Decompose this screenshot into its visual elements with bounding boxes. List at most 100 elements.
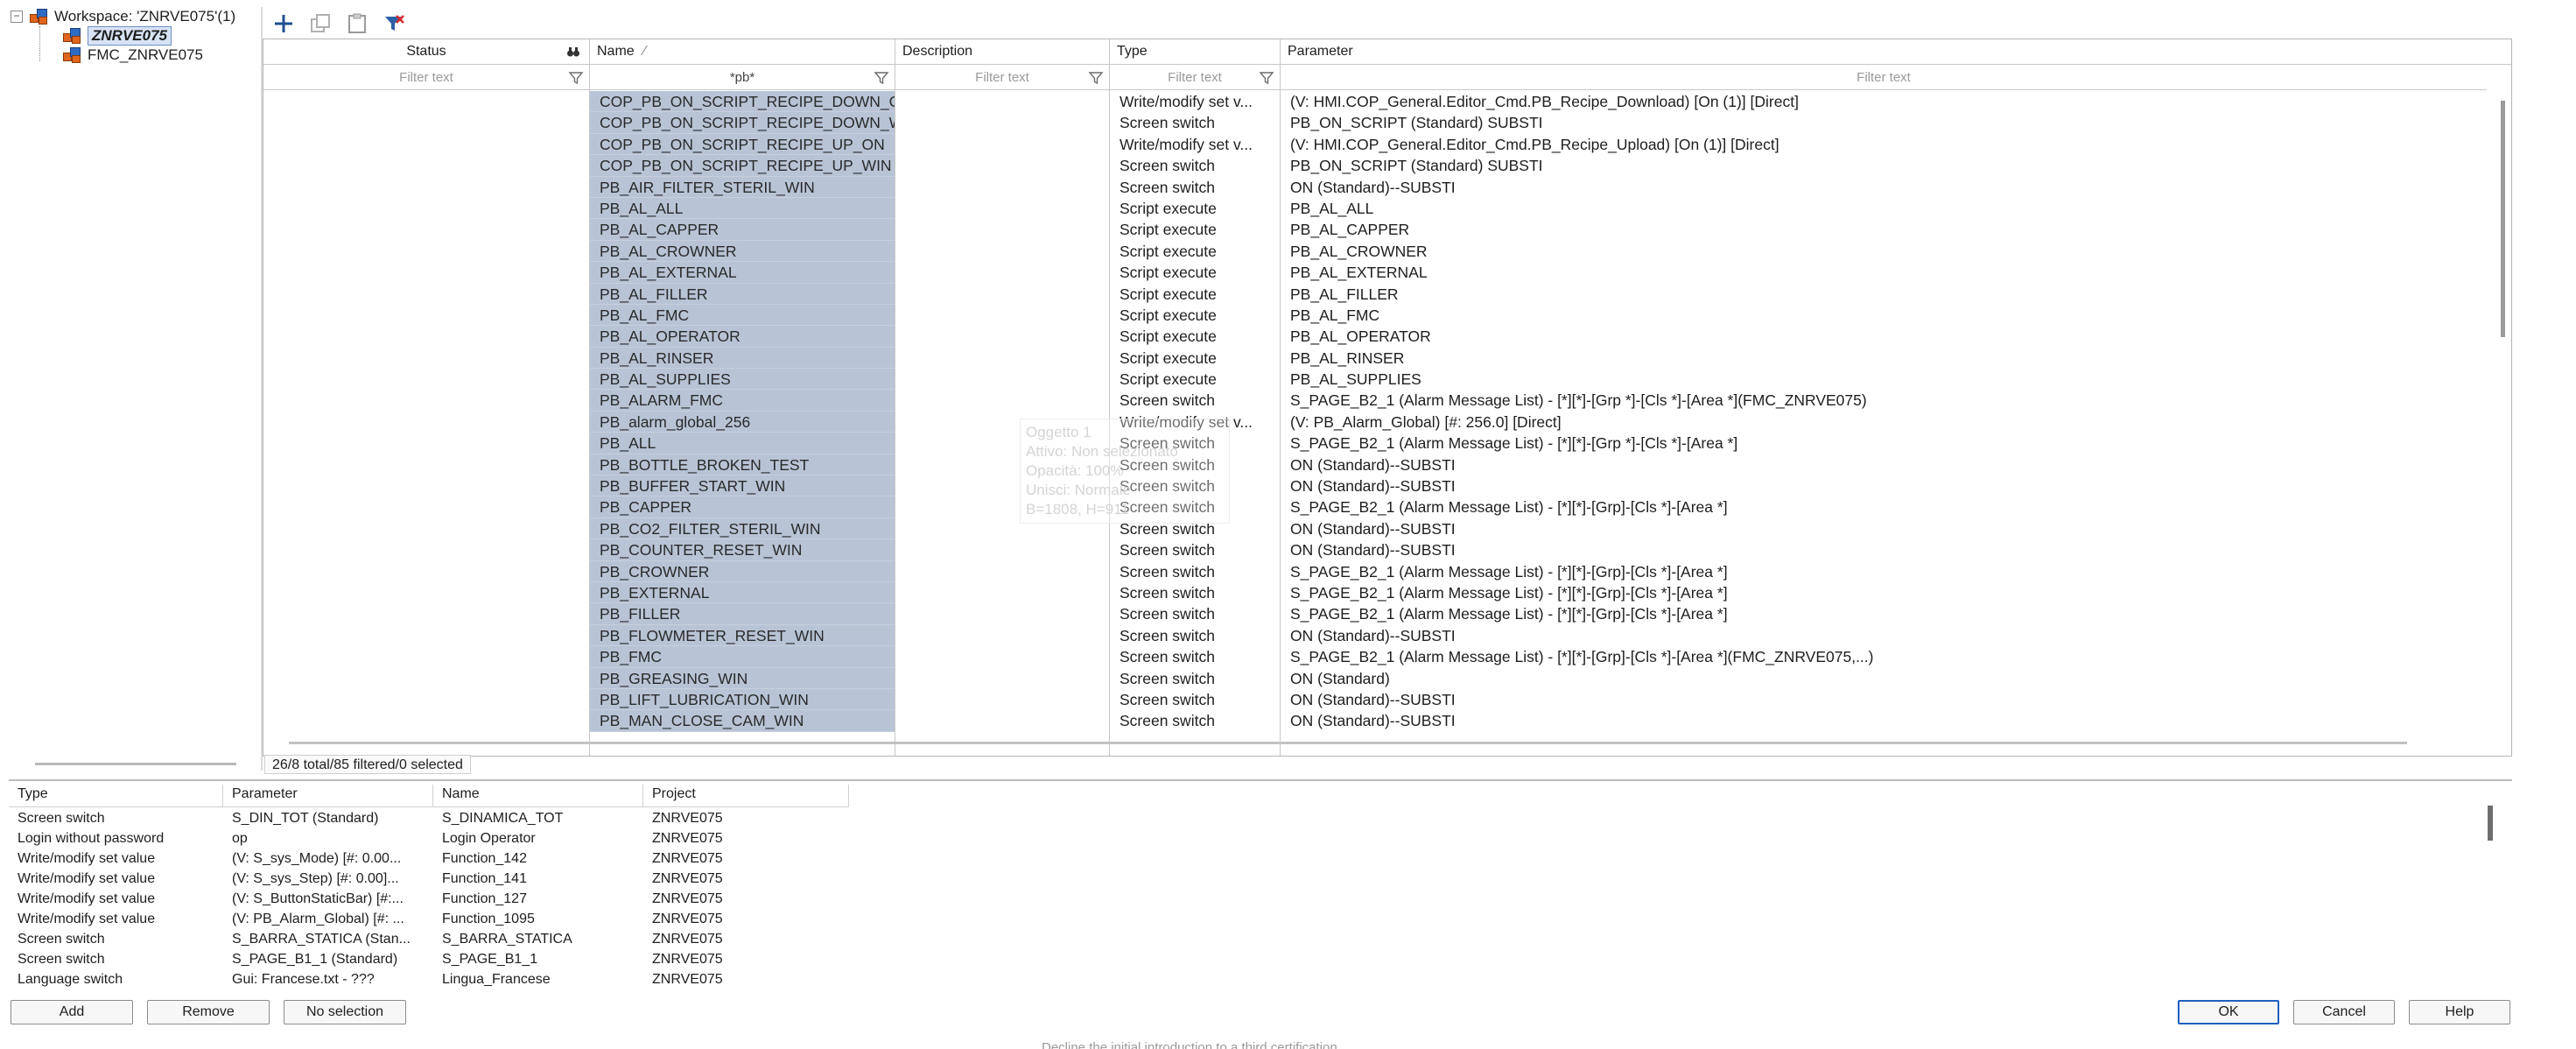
table-cell-type[interactable]: Screen switch — [1110, 539, 1280, 560]
cancel-button[interactable]: Cancel — [2293, 1000, 2395, 1024]
scrollbar-thumb[interactable] — [2501, 101, 2505, 337]
table-cell-type[interactable]: Screen switch — [1110, 689, 1280, 710]
table-cell-parameter[interactable]: PB_ON_SCRIPT (Standard) SUBSTI — [1281, 155, 2511, 176]
ok-button[interactable]: OK — [2178, 1000, 2279, 1024]
filter-description[interactable]: Filter text — [895, 66, 1109, 90]
table-cell-name[interactable]: COP_PB_ON_SCRIPT_RECIPE_UP_WIN — [590, 155, 895, 177]
filter-icon[interactable] — [1088, 70, 1104, 86]
tree-node-workspace[interactable]: − Workspace: 'ZNRVE075'(1) — [11, 7, 235, 26]
table-cell-name[interactable]: PB_BOTTLE_BROKEN_TEST — [590, 454, 895, 476]
table-cell-parameter[interactable]: (V: HMI.COP_General.Editor_Cmd.PB_Recipe… — [1281, 91, 2511, 112]
table-cell-type[interactable]: Screen switch — [1110, 112, 1280, 133]
table-cell-type[interactable]: Screen switch — [1110, 390, 1280, 411]
list-item[interactable]: Screen switch S_BARRA_STATICA (Stan... S_B… — [9, 930, 884, 950]
table-cell-name[interactable]: PB_ALARM_FMC — [590, 390, 895, 412]
table-cell-name[interactable]: PB_CO2_FILTER_STERIL_WIN — [590, 517, 895, 540]
table-cell-parameter[interactable]: ON (Standard)--SUBSTI — [1281, 689, 2511, 710]
table-cell-parameter[interactable]: ON (Standard) — [1281, 668, 2511, 689]
table-cell-name[interactable]: PB_AL_ALL — [590, 197, 895, 220]
add-icon[interactable] — [270, 10, 298, 38]
lower-header-project[interactable]: Project — [643, 785, 849, 807]
table-cell-name[interactable]: PB_COUNTER_RESET_WIN — [590, 539, 895, 561]
table-cell-parameter[interactable]: PB_AL_FILLER — [1281, 284, 2511, 305]
table-cell-name[interactable]: PB_AL_FMC — [590, 304, 895, 327]
table-cell-parameter[interactable]: ON (Standard)--SUBSTI — [1281, 518, 2511, 539]
column-header-type[interactable]: Type — [1110, 39, 1280, 65]
table-cell-type[interactable]: Script execute — [1110, 369, 1280, 390]
table-cell-type[interactable]: Script execute — [1110, 198, 1280, 219]
filter-clear-icon[interactable] — [380, 10, 408, 38]
column-header-status[interactable]: Status — [263, 39, 589, 65]
table-cell-name[interactable]: PB_CAPPER — [590, 496, 895, 518]
table-cell-type[interactable]: Script execute — [1110, 305, 1280, 326]
list-item[interactable]: Login without password op Login Operator ZN… — [9, 829, 884, 849]
table-cell-parameter[interactable]: PB_AL_OPERATOR — [1281, 326, 2511, 347]
table-cell-name[interactable]: PB_ALL — [590, 433, 895, 454]
table-cell-type[interactable]: Screen switch — [1110, 710, 1280, 731]
table-cell-parameter[interactable]: (V: HMI.COP_General.Editor_Cmd.PB_Recipe… — [1281, 134, 2511, 155]
table-cell-name[interactable]: PB_AL_SUPPLIES — [590, 369, 895, 391]
vertical-scrollbar[interactable] — [2499, 90, 2508, 756]
table-cell-type[interactable]: Screen switch — [1110, 603, 1280, 624]
no-selection-button[interactable]: No selection — [284, 1000, 406, 1024]
table-cell-type[interactable]: Script execute — [1110, 284, 1280, 305]
table-cell-parameter[interactable]: ON (Standard)--SUBSTI — [1281, 710, 2511, 731]
table-cell-parameter[interactable]: ON (Standard)--SUBSTI — [1281, 475, 2511, 496]
filter-type[interactable]: Filter text — [1110, 66, 1280, 90]
table-cell-parameter[interactable]: PB_AL_CROWNER — [1281, 241, 2511, 262]
filter-icon[interactable] — [568, 70, 584, 86]
vertical-scrollbar[interactable] — [2488, 806, 2493, 841]
table-cell-name[interactable]: COP_PB_ON_SCRIPT_RECIPE_DOWN_ON — [590, 91, 895, 113]
table-cell-name[interactable]: PB_FLOWMETER_RESET_WIN — [590, 624, 895, 647]
collapse-icon[interactable]: − — [11, 11, 23, 23]
table-cell-type[interactable]: Script execute — [1110, 241, 1280, 262]
table-cell-type[interactable]: Script execute — [1110, 326, 1280, 347]
add-button[interactable]: Add — [11, 1000, 133, 1024]
paste-icon[interactable] — [343, 10, 371, 38]
table-cell-parameter[interactable]: PB_AL_CAPPER — [1281, 219, 2511, 240]
table-cell-parameter[interactable]: S_PAGE_B2_1 (Alarm Message List) - [*][*… — [1281, 433, 2511, 454]
column-header-name[interactable]: Name ⁄ — [590, 39, 895, 65]
table-cell-name[interactable]: PB_FILLER — [590, 603, 895, 625]
table-cell-name[interactable]: PB_GREASING_WIN — [590, 667, 895, 689]
table-cell-name[interactable]: PB_AL_FILLER — [590, 283, 895, 305]
list-item[interactable]: Write/modify set value (V: S_ButtonStatic… — [9, 890, 884, 910]
remove-button[interactable]: Remove — [147, 1000, 270, 1024]
table-cell-type[interactable]: Write/modify set v... — [1110, 134, 1280, 155]
list-item[interactable]: Screen switch S_PAGE_B1_1 (Standard) S_PAG… — [9, 950, 884, 970]
table-cell-parameter[interactable]: PB_AL_SUPPLIES — [1281, 369, 2511, 390]
table-cell-name[interactable]: PB_alarm_global_256 — [590, 411, 895, 433]
list-item[interactable]: Language switch Gui: Francese.txt - ??? Li… — [9, 970, 884, 990]
lower-header-parameter[interactable]: Parameter — [223, 785, 433, 807]
table-cell-type[interactable]: Screen switch — [1110, 155, 1280, 176]
table-cell-name[interactable]: PB_AL_CAPPER — [590, 219, 895, 241]
table-cell-type[interactable]: Screen switch — [1110, 177, 1280, 198]
table-cell-parameter[interactable]: PB_ON_SCRIPT (Standard) SUBSTI — [1281, 112, 2511, 133]
table-cell-parameter[interactable]: ON (Standard)--SUBSTI — [1281, 454, 2511, 475]
table-cell-name[interactable]: PB_EXTERNAL — [590, 581, 895, 604]
table-cell-parameter[interactable]: S_PAGE_B2_1 (Alarm Message List) - [*][*… — [1281, 496, 2511, 517]
table-cell-name[interactable]: PB_AL_CROWNER — [590, 240, 895, 263]
table-cell-parameter[interactable]: ON (Standard)--SUBSTI — [1281, 177, 2511, 198]
table-cell-parameter[interactable]: ON (Standard)--SUBSTI — [1281, 539, 2511, 560]
table-cell-parameter[interactable]: S_PAGE_B2_1 (Alarm Message List) - [*][*… — [1281, 603, 2511, 624]
table-cell-parameter[interactable]: ON (Standard)--SUBSTI — [1281, 625, 2511, 646]
table-cell-type[interactable]: Screen switch — [1110, 625, 1280, 646]
filter-parameter[interactable]: Filter text — [1281, 66, 2487, 90]
filter-name[interactable]: *pb* — [590, 66, 895, 90]
table-cell-parameter[interactable]: PB_AL_FMC — [1281, 305, 2511, 326]
list-item[interactable]: Write/modify set value (V: S_sys_Step) [#… — [9, 869, 884, 890]
table-cell-parameter[interactable]: S_PAGE_B2_1 (Alarm Message List) - [*][*… — [1281, 390, 2511, 411]
table-cell-parameter[interactable]: PB_AL_ALL — [1281, 198, 2511, 219]
list-item[interactable]: Screen switch S_DIN_TOT (Standard) S_DINAM… — [9, 809, 884, 829]
table-cell-type[interactable]: Script execute — [1110, 262, 1280, 283]
list-item[interactable]: Write/modify set value (V: PB_Alarm_Globa… — [9, 910, 884, 930]
table-cell-parameter[interactable]: (V: PB_Alarm_Global) [#: 256.0] [Direct] — [1281, 412, 2511, 433]
table-cell-name[interactable]: PB_AIR_FILTER_STERIL_WIN — [590, 176, 895, 198]
table-cell-type[interactable]: Script execute — [1110, 219, 1280, 240]
help-button[interactable]: Help — [2409, 1000, 2510, 1024]
table-cell-type[interactable]: Screen switch — [1110, 646, 1280, 667]
table-cell-type[interactable]: Screen switch — [1110, 668, 1280, 689]
table-cell-name[interactable]: PB_AL_EXTERNAL — [590, 262, 895, 284]
column-header-description[interactable]: Description — [895, 39, 1109, 65]
